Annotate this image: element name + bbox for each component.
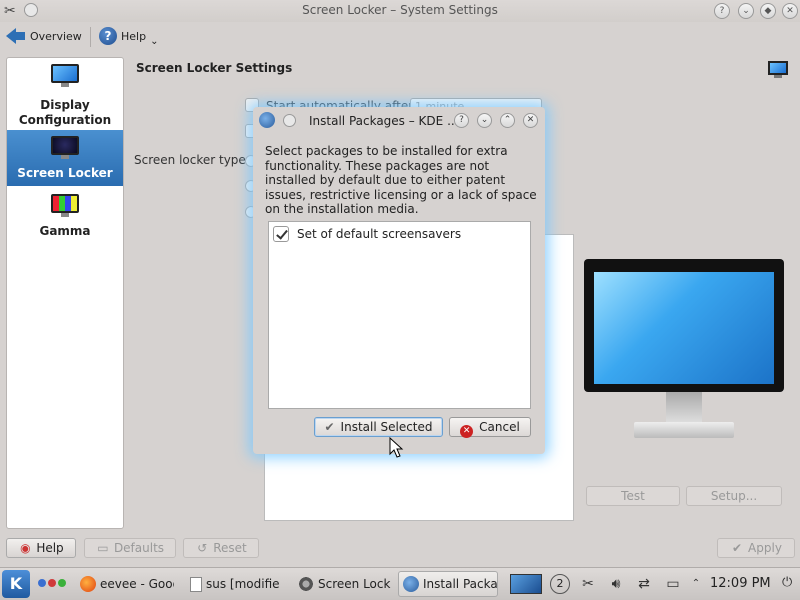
desktop-pager-icon[interactable] [510, 574, 542, 594]
package-list: Set of default screensavers [268, 221, 531, 409]
dialog-pin-icon[interactable] [283, 114, 296, 127]
document-icon [190, 576, 202, 592]
close-button[interactable]: ✕ [782, 3, 798, 19]
settings-icon [298, 576, 314, 592]
lifebuoy-icon: ◉ [20, 541, 31, 555]
package-icon [403, 576, 419, 592]
footer-help-button[interactable]: ◉ Help [6, 538, 76, 558]
dialog-description: Select packages to be installed for extr… [265, 144, 537, 216]
reset-button[interactable]: ↺ Reset [183, 538, 259, 558]
cancel-button[interactable]: ✕ Cancel [449, 417, 531, 438]
screen-locker-icon [51, 136, 79, 160]
dialog-help-button[interactable]: ? [454, 113, 469, 128]
monitor-icon [768, 61, 788, 79]
window-titlebar: ✂ Screen Locker – System Settings ? ⌄ ◆ … [0, 0, 800, 22]
clipboard-icon[interactable]: ✂ [578, 574, 598, 594]
taskbar: K eevee - Goog sus [modifie Screen Lock … [0, 567, 800, 600]
display-tray-icon[interactable]: ▭ [662, 574, 684, 594]
sidebar-item-label: Gamma [39, 224, 91, 238]
package-label: Set of default screensavers [297, 227, 462, 241]
reset-icon: ↺ [197, 541, 208, 555]
sidebar-item-screen-locker[interactable]: Screen Locker [7, 130, 123, 186]
page-title: Screen Locker Settings [136, 61, 293, 75]
defaults-icon: ▭ [97, 541, 109, 555]
task-document[interactable]: sus [modifie [186, 571, 286, 597]
overview-label: Overview [30, 29, 82, 43]
task-firefox[interactable]: eevee - Goog [76, 571, 174, 597]
toolbar-separator [90, 27, 91, 47]
sidebar-item-gamma[interactable]: Gamma [7, 192, 123, 242]
help-menu-button[interactable]: ? Help ⌄ [99, 24, 158, 48]
setup-button[interactable]: Setup... [686, 486, 782, 506]
firefox-icon [80, 576, 96, 592]
task-screen-locker[interactable]: Screen Lock [294, 571, 392, 597]
power-icon[interactable]: ⏻ [782, 575, 796, 591]
tray-expand-icon[interactable]: ⌃ [688, 574, 704, 594]
sidebar-item-label: Display Configuration [18, 98, 112, 127]
desktop-number-badge[interactable]: 2 [550, 574, 570, 594]
package-installer-icon [259, 112, 275, 128]
package-checkbox[interactable] [273, 226, 289, 242]
overview-button[interactable]: Overview [6, 24, 82, 48]
window-title: Screen Locker – System Settings [302, 3, 498, 17]
dialog-minimize-button[interactable]: ⌄ [477, 113, 492, 128]
help-label: Help [121, 29, 147, 43]
context-help-button[interactable]: ? [714, 3, 730, 19]
gamma-icon [51, 194, 79, 218]
task-install-packages[interactable]: Install Packa [398, 571, 498, 597]
kde-menu-icon[interactable]: K [2, 570, 30, 598]
volume-icon[interactable]: 🔊︎ [604, 574, 628, 594]
install-selected-button[interactable]: ✔ Install Selected [314, 417, 443, 437]
dialog-title: Install Packages – KDE ... [309, 114, 459, 128]
toolbar: Overview ? Help ⌄ [0, 22, 800, 52]
minimize-button[interactable]: ⌄ [738, 3, 754, 19]
screensaver-preview [584, 259, 784, 439]
back-arrow-icon [6, 27, 26, 45]
dialog-close-button[interactable]: ✕ [523, 113, 538, 128]
display-icon [51, 64, 79, 88]
network-icon[interactable]: ⇄ [632, 574, 656, 594]
chevron-down-icon: ⌄ [150, 35, 159, 47]
clock[interactable]: 12:09 PM [710, 576, 771, 591]
cancel-icon: ✕ [460, 425, 474, 438]
sidebar: Display Configuration Screen Locker Gamm… [6, 57, 124, 529]
install-packages-dialog: Install Packages – KDE ... ? ⌄ ⌃ ✕ Selec… [253, 107, 545, 454]
apply-button[interactable]: ✔ Apply [717, 538, 795, 558]
sidebar-item-display-configuration[interactable]: Display Configuration [7, 64, 123, 132]
check-mark-icon: ✔ [324, 420, 335, 434]
test-button[interactable]: Test [586, 486, 680, 506]
dialog-titlebar: Install Packages – KDE ... ? ⌄ ⌃ ✕ [253, 107, 545, 133]
list-item[interactable]: Set of default screensavers [273, 226, 461, 242]
maximize-button[interactable]: ◆ [760, 3, 776, 19]
check-icon: ✔ [732, 541, 743, 555]
activities-icon[interactable] [38, 579, 66, 587]
defaults-button[interactable]: ▭ Defaults [84, 538, 176, 558]
help-icon: ? [99, 27, 117, 45]
mouse-cursor-icon [389, 437, 404, 458]
dialog-maximize-button[interactable]: ⌃ [500, 113, 515, 128]
locker-type-label: Screen locker type: [134, 153, 250, 167]
sidebar-item-label: Screen Locker [17, 166, 113, 180]
